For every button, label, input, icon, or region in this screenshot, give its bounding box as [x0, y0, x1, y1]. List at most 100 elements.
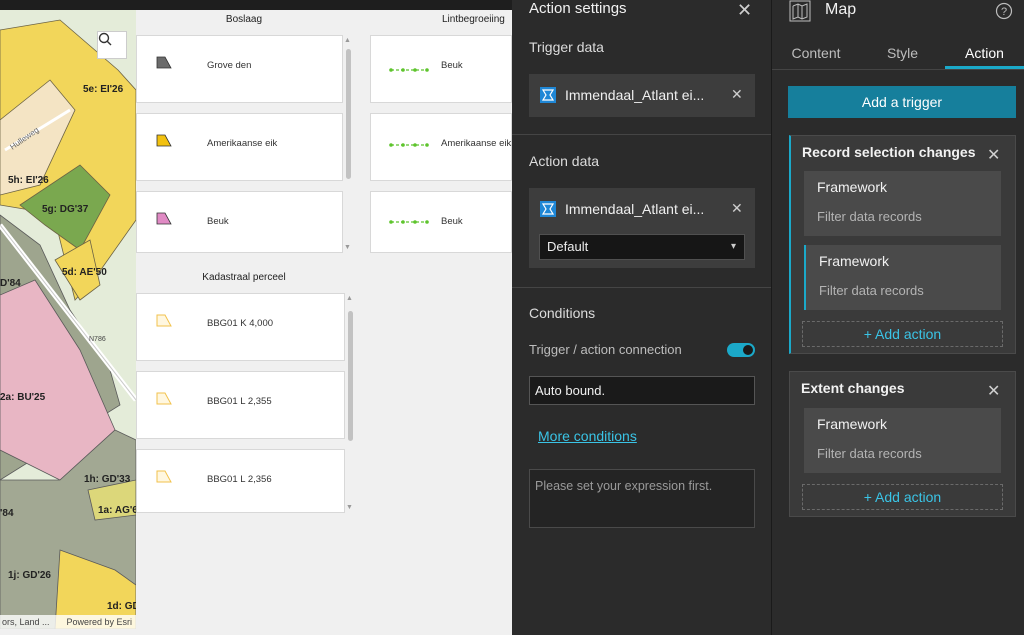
legend-item-label: Grove den	[207, 60, 252, 71]
legend-item-label: BBG01 L 2,355	[207, 396, 272, 407]
action-data-label: Action data	[529, 153, 600, 169]
action-card[interactable]: Framework Filter data records	[804, 408, 1001, 473]
line-icon	[389, 68, 429, 72]
trigger-data-label: Trigger data	[529, 39, 604, 55]
boslaag-scrollbar[interactable]: ▲ ▼	[343, 35, 353, 253]
legend-widget: Boslaag Lintbegroeiing Grove den Amerika…	[136, 10, 512, 635]
help-icon[interactable]: ?	[995, 2, 1013, 25]
add-action-button[interactable]: + Add action	[802, 321, 1003, 347]
legend-item-label: Beuk	[207, 216, 229, 227]
auto-bound-field[interactable]: Auto bound.	[529, 376, 755, 405]
attribution-text: ors, Land ...	[2, 617, 50, 627]
legend-item-label: Beuk	[441, 60, 463, 71]
parcel-label: 1h: GD'33	[84, 474, 131, 485]
polygon-outline-icon	[156, 470, 172, 483]
road-label: N786	[89, 336, 106, 343]
parcel-label: 1d: GD	[107, 601, 136, 612]
legend-item[interactable]: BBG01 K 4,000	[136, 293, 345, 361]
legend-item-label: Amerikaanse eik	[441, 138, 512, 149]
parcel-label: 1j: GD'26	[8, 570, 51, 581]
close-icon[interactable]: ✕	[987, 381, 1000, 401]
legend-item[interactable]: BBG01 L 2,355	[136, 371, 345, 439]
svg-text:?: ?	[1001, 6, 1007, 18]
line-icon	[389, 220, 429, 224]
divider	[512, 134, 771, 135]
connection-toggle[interactable]	[727, 342, 755, 363]
kadaster-scrollbar[interactable]: ▲ ▼	[345, 293, 355, 513]
legend-item[interactable]: BBG01 L 2,356	[136, 449, 345, 513]
add-trigger-button[interactable]: Add a trigger	[788, 86, 1016, 118]
tab-divider	[772, 69, 1024, 70]
tab-content[interactable]: Content	[772, 45, 860, 61]
action-source-name: Immendaal_Atlant ei...	[565, 201, 705, 217]
boslaag-title: Boslaag	[225, 14, 263, 25]
expression-field[interactable]: Please set your expression first.	[529, 469, 755, 528]
add-action-button[interactable]: + Add action	[802, 484, 1003, 510]
lint-title: Lintbegroeiing	[442, 14, 505, 25]
trigger-data-source[interactable]: Immendaal_Atlant ei... ✕	[529, 74, 755, 117]
polygon-icon	[156, 212, 172, 225]
connection-label: Trigger / action connection	[529, 342, 682, 357]
close-icon[interactable]: ✕	[737, 0, 752, 21]
close-icon[interactable]: ✕	[987, 145, 1000, 165]
legend-item[interactable]: Grove den	[136, 35, 343, 103]
parcel-label: '84	[0, 508, 14, 519]
action-desc: Filter data records	[817, 209, 922, 224]
scroll-down-icon[interactable]: ▼	[344, 244, 351, 251]
panel-title: Action settings	[529, 0, 627, 17]
legend-item[interactable]: Amerikaanse eik	[370, 113, 512, 181]
search-icon[interactable]	[97, 31, 127, 59]
map-attribution: ors, Land ... Powered by Esri	[0, 615, 136, 629]
view-select-value: Default	[547, 239, 589, 254]
divider	[512, 287, 771, 288]
trigger-title: Record selection changes	[802, 144, 976, 160]
legend-item[interactable]: Beuk	[370, 35, 512, 103]
legend-item-label: BBG01 K 4,000	[207, 318, 274, 329]
legend-item-label: BBG01 L 2,356	[207, 474, 272, 485]
parcel-label: 5g: DG'37	[42, 204, 89, 215]
parcel-label: D'84	[0, 278, 21, 289]
map-view[interactable]: 5e: EI'26 5h: EI'26 5g: DG'37 5d: AE'50 …	[0, 10, 136, 629]
scroll-up-icon[interactable]: ▲	[346, 295, 353, 302]
view-select[interactable]: Default ▾	[539, 234, 745, 260]
action-name: Framework	[817, 416, 888, 432]
close-icon[interactable]: ✕	[731, 200, 743, 217]
action-name: Framework	[817, 179, 888, 195]
more-conditions-link[interactable]: More conditions	[538, 428, 637, 444]
tab-action[interactable]: Action	[945, 45, 1024, 61]
trigger-title: Extent changes	[801, 380, 905, 396]
parcel-label: 5e: EI'26	[83, 84, 124, 95]
action-settings-panel: Action settings ✕ Trigger data Immendaal…	[512, 0, 771, 635]
parcel-label: 5d: AE'50	[62, 267, 107, 278]
action-name: Framework	[819, 253, 890, 269]
scroll-thumb[interactable]	[346, 49, 351, 179]
parcel-label: 2a: BU'25	[0, 392, 46, 403]
scroll-down-icon[interactable]: ▼	[346, 504, 353, 511]
map-canvas	[0, 10, 136, 629]
polygon-icon	[156, 134, 172, 147]
legend-item-label: Amerikaanse eik	[207, 138, 278, 149]
powered-by-esri[interactable]: Powered by Esri	[66, 615, 132, 629]
active-tab-indicator	[945, 66, 1024, 69]
scroll-up-icon[interactable]: ▲	[344, 37, 351, 44]
top-bar	[0, 0, 512, 10]
action-desc: Filter data records	[819, 283, 924, 298]
panel-title: Map	[825, 1, 857, 18]
action-card[interactable]: Framework Filter data records	[804, 171, 1001, 236]
kadaster-title: Kadastraal perceel	[202, 272, 286, 283]
line-icon	[389, 143, 429, 147]
trigger-source-name: Immendaal_Atlant ei...	[565, 87, 705, 103]
legend-item[interactable]: Amerikaanse eik	[136, 113, 343, 181]
polygon-icon	[156, 56, 172, 69]
legend-item[interactable]: Beuk	[370, 191, 512, 253]
close-icon[interactable]: ✕	[731, 86, 743, 103]
parcel-label: 1a: AG'6	[98, 505, 136, 516]
action-card[interactable]: Framework Filter data records	[804, 245, 1001, 310]
chevron-down-icon: ▾	[730, 241, 736, 252]
data-source-icon	[540, 201, 556, 217]
scroll-thumb[interactable]	[348, 311, 353, 441]
map-icon	[789, 0, 811, 27]
tab-style[interactable]: Style	[860, 45, 945, 61]
action-desc: Filter data records	[817, 446, 922, 461]
legend-item[interactable]: Beuk	[136, 191, 343, 253]
